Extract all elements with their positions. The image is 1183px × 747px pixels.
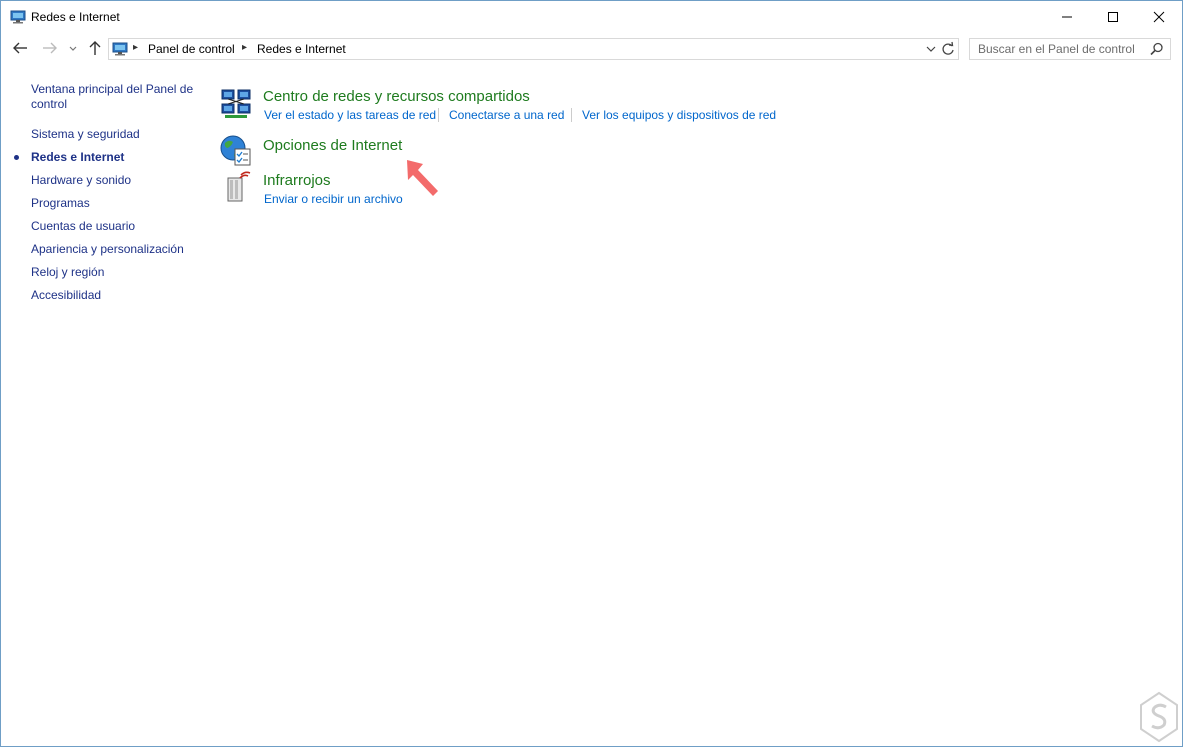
search-box[interactable]	[969, 38, 1171, 60]
network-location-icon	[112, 42, 128, 56]
refresh-icon	[942, 41, 954, 55]
nav-link-programs[interactable]: Programas	[31, 196, 201, 211]
task-separator	[438, 108, 439, 122]
category-title-internet-options[interactable]: Opciones de Internet	[263, 137, 402, 154]
breadcrumb-network-internet[interactable]: Redes e Internet	[257, 42, 346, 56]
maximize-icon	[1108, 12, 1118, 22]
refresh-button[interactable]	[938, 38, 959, 60]
nav-link-system-security[interactable]: Sistema y seguridad	[31, 127, 201, 142]
nav-link-control-panel-home[interactable]: Ventana principal del Panel de control	[31, 82, 201, 112]
close-button[interactable]	[1136, 1, 1182, 32]
nav-link-hardware-sound[interactable]: Hardware y sonido	[31, 173, 201, 188]
nav-link-accessibility[interactable]: Accesibilidad	[31, 288, 201, 303]
forward-arrow-icon[interactable]	[41, 38, 59, 58]
search-input[interactable]	[970, 39, 1148, 58]
minimize-icon	[1062, 16, 1072, 18]
internet-options-icon[interactable]	[219, 134, 253, 168]
infrared-icon[interactable]	[219, 170, 253, 204]
control-panel-window: Redes e Internet ▸ Panel de control ▸ Re…	[0, 0, 1183, 747]
up-arrow-icon[interactable]	[86, 38, 104, 58]
search-icon[interactable]	[1150, 42, 1164, 56]
category-title-network-sharing[interactable]: Centro de redes y recursos compartidos	[263, 88, 530, 105]
minimize-button[interactable]	[1044, 1, 1090, 32]
annotation-arrow-icon	[407, 160, 438, 196]
nav-link-user-accounts[interactable]: Cuentas de usuario	[31, 219, 201, 234]
address-bar[interactable]: ▸ Panel de control ▸ Redes e Internet	[108, 38, 940, 60]
nav-link-network-internet[interactable]: Redes e Internet	[31, 150, 201, 165]
back-arrow-icon[interactable]	[11, 38, 29, 58]
task-link-view-network-status[interactable]: Ver el estado y las tareas de red	[264, 108, 436, 122]
task-link-view-network-devices[interactable]: Ver los equipos y dispositivos de red	[582, 108, 776, 122]
category-title-infrared[interactable]: Infrarrojos	[263, 172, 331, 189]
maximize-button[interactable]	[1090, 1, 1136, 32]
nav-link-clock-region[interactable]: Reloj y región	[31, 265, 201, 280]
window-title: Redes e Internet	[31, 10, 120, 24]
network-window-icon	[10, 10, 26, 24]
breadcrumb-separator-icon[interactable]: ▸	[133, 42, 138, 53]
watermark-logo-icon	[1140, 691, 1178, 743]
breadcrumb-separator-icon[interactable]: ▸	[242, 42, 247, 53]
breadcrumb-control-panel[interactable]: Panel de control	[148, 42, 235, 56]
nav-link-appearance[interactable]: Apariencia y personalización	[31, 242, 201, 257]
network-sharing-icon[interactable]	[219, 87, 253, 121]
title-bar[interactable]: Redes e Internet	[1, 1, 1182, 32]
task-link-send-receive-file[interactable]: Enviar o recibir un archivo	[264, 192, 403, 206]
navigation-bar: ▸ Panel de control ▸ Redes e Internet	[1, 34, 1182, 64]
task-separator	[571, 108, 572, 122]
chevron-down-icon[interactable]	[67, 38, 79, 58]
task-link-connect-network[interactable]: Conectarse a una red	[449, 108, 564, 122]
close-icon	[1153, 11, 1165, 23]
current-category-bullet	[14, 155, 19, 160]
